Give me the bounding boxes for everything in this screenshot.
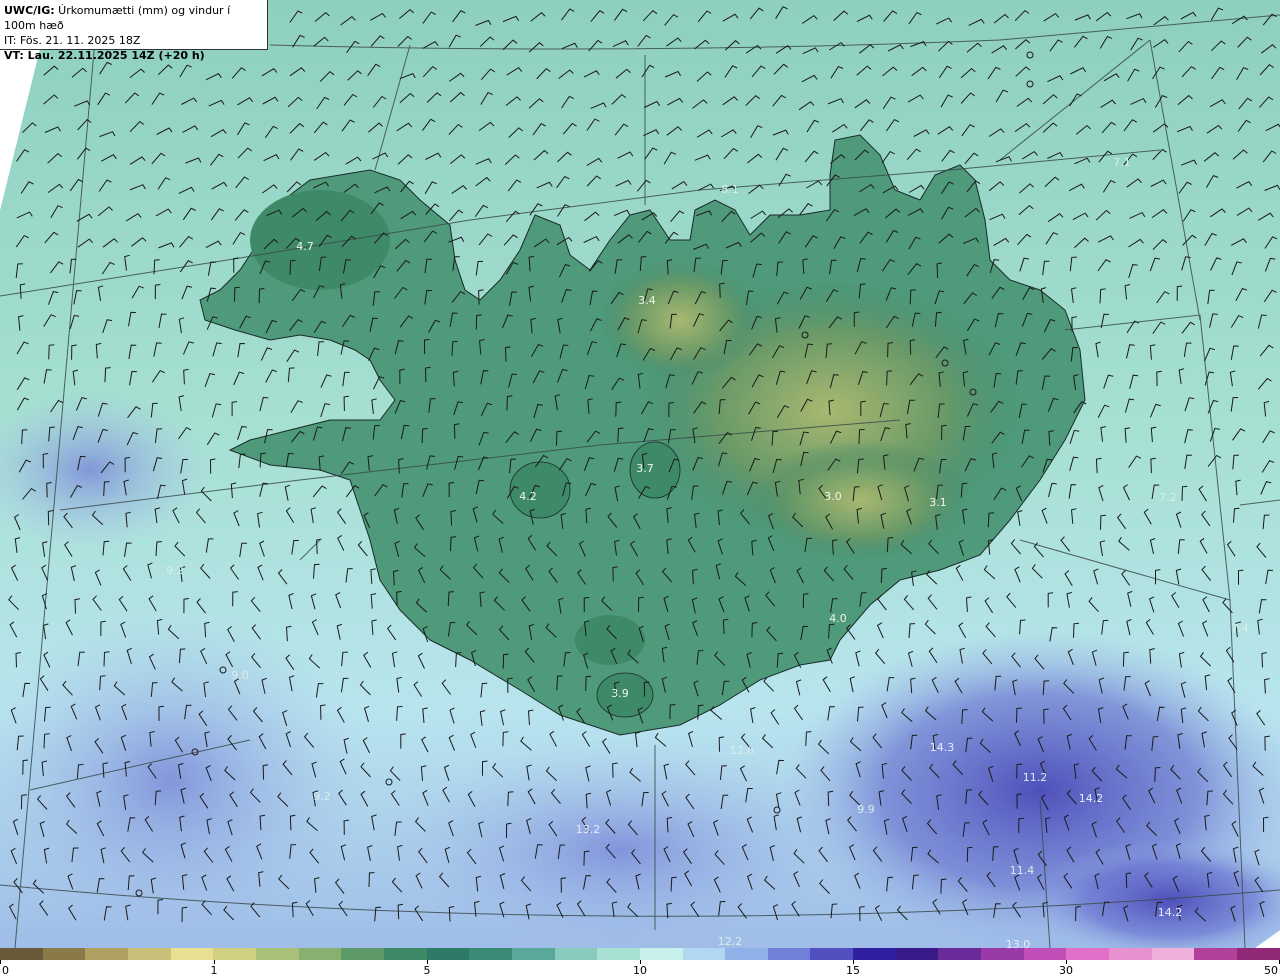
colorbar-segment [895,948,939,960]
colorbar-segment [1023,948,1067,960]
precip-value-label: 3.0 [824,490,842,503]
precipitation-wind-map[interactable]: 4.7 3.4 8.1 7.1 3.7 4.2 3.0 3.1 7.2 4.0 3.9 12.6 14.… [0,0,1280,948]
colorbar-segment [938,948,982,960]
colorbar-segment [255,948,299,960]
colorbar-segment [298,948,342,960]
valid-time: VT: Lau. 22.11.2025 14Z (+20 h) [4,49,205,62]
precip-value-label: 4.0 [829,612,847,625]
colorbar-segment [725,948,768,960]
colorbar-strip [0,948,1280,960]
colorbar-segment [1237,948,1280,960]
colorbar-tick-label: 5 [423,964,431,977]
colorbar-segment [170,948,214,960]
colorbar-segment [1151,948,1195,960]
colorbar-segment [1194,948,1238,960]
colorbar-segment [213,948,256,960]
precip-value-label: 14.3 [930,741,955,754]
colorbar-segment [0,948,43,960]
precip-value-label: 3.7 [636,462,654,475]
colorbar-segment [1066,948,1110,960]
colorbar-segment [85,948,128,960]
precip-value-label: 11.2 [1023,771,1048,784]
green-patch-south [575,615,645,665]
precip-value-label: 7.4 [1231,622,1249,635]
precip-value-label: 14.2 [1079,792,1104,805]
colorbar-tick-label: 15 [846,964,860,977]
colorbar-segment [767,948,811,960]
precip-value-label: 11.4 [1010,864,1035,877]
colorbar-segment [383,948,427,960]
colorbar-segment [639,948,683,960]
precip-value-label: 12.2 [718,935,743,948]
colorbar-segment [810,948,854,960]
colorbar-segment [341,948,384,960]
colorbar-segment [127,948,171,960]
colorbar-segment [511,948,555,960]
precip-value-label: 14.2 [1158,906,1183,919]
map-title-box: UWC/IG: Úrkomumætti (mm) og vindur í 100… [0,0,268,62]
model-name: UWC/IG: [4,4,55,17]
colorbar-tick-label: 30 [1059,964,1073,977]
precip-value-label: 9.9 [857,803,875,816]
precip-value-label: 7.1 [1113,156,1131,169]
colorbar-tick-label: 0 [2,964,9,977]
precip-value-label: 12.6 [730,744,755,757]
precip-value-label: 4.7 [296,240,314,253]
colorbar-tick-label: 50 [1264,964,1278,977]
precip-value-label: 3.9 [611,687,629,700]
precip-value-label: 3.1 [929,496,947,509]
colorbar-segment [469,948,512,960]
precip-value-label: 3.4 [638,294,656,307]
precip-value-label: 9.2 [166,564,184,577]
green-patch-westfjords [250,190,390,290]
precip-value-label: 13.0 [1006,938,1031,948]
precip-value-label: 4.2 [519,490,537,503]
colorbar-tickmark [0,960,1,964]
issue-time: IT: Fös. 21. 11. 2025 18Z [4,34,141,47]
colorbar-segment [554,948,598,960]
precip-value-label: 9.0 [231,669,249,682]
colorbar-segment [1109,948,1152,960]
precip-value-label: 8.1 [721,183,739,196]
colorbar-legend: 0 1 5 10 15 30 50 [0,948,1280,978]
colorbar-tick-label: 1 [210,964,218,977]
colorbar-tick-label: 10 [633,964,647,977]
precip-value-label: 9.2 [313,790,331,803]
colorbar-segment [426,948,470,960]
precip-value-label: 13.2 [576,823,601,836]
colorbar-segment [42,948,86,960]
colorbar-segment [981,948,1024,960]
colorbar-segment [597,948,640,960]
title-line: UWC/IG: Úrkomumætti (mm) og vindur í 100… [4,3,263,33]
colorbar-segment [853,948,896,960]
colorbar-segment [682,948,726,960]
precip-value-label: 7.2 [1159,491,1177,504]
